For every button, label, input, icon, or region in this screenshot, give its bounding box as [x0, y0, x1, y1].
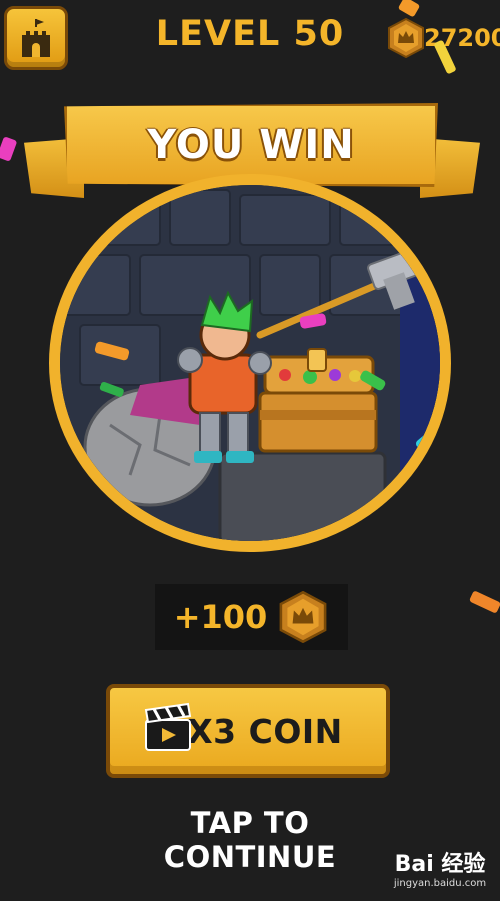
scene-illustration	[60, 185, 440, 541]
watermark-url: jingyan.baidu.com	[393, 878, 487, 889]
level-title: LEVEL 50	[155, 14, 345, 54]
confetti-piece	[0, 136, 18, 162]
crown-coin-icon	[388, 18, 424, 58]
confetti-piece	[468, 590, 500, 614]
reward-display: +100	[155, 584, 348, 650]
confetti-piece	[397, 0, 421, 18]
reward-amount: +100	[173, 598, 268, 636]
treasure-chest	[258, 348, 378, 453]
x3-coin-label: X3 COIN	[187, 711, 343, 751]
castle-icon	[22, 19, 50, 57]
watermark-logo: Bai 经验	[394, 852, 486, 877]
level-scene	[60, 185, 440, 541]
crown-coin-icon	[279, 591, 327, 643]
home-button[interactable]	[4, 6, 68, 70]
watermark: Bai 经验 jingyan.baidu.com	[384, 846, 496, 889]
tap-to-continue[interactable]: TAP TO CONTINUE	[100, 806, 400, 874]
banner-title: YOU WIN	[147, 122, 355, 168]
clapperboard-icon	[144, 702, 192, 751]
